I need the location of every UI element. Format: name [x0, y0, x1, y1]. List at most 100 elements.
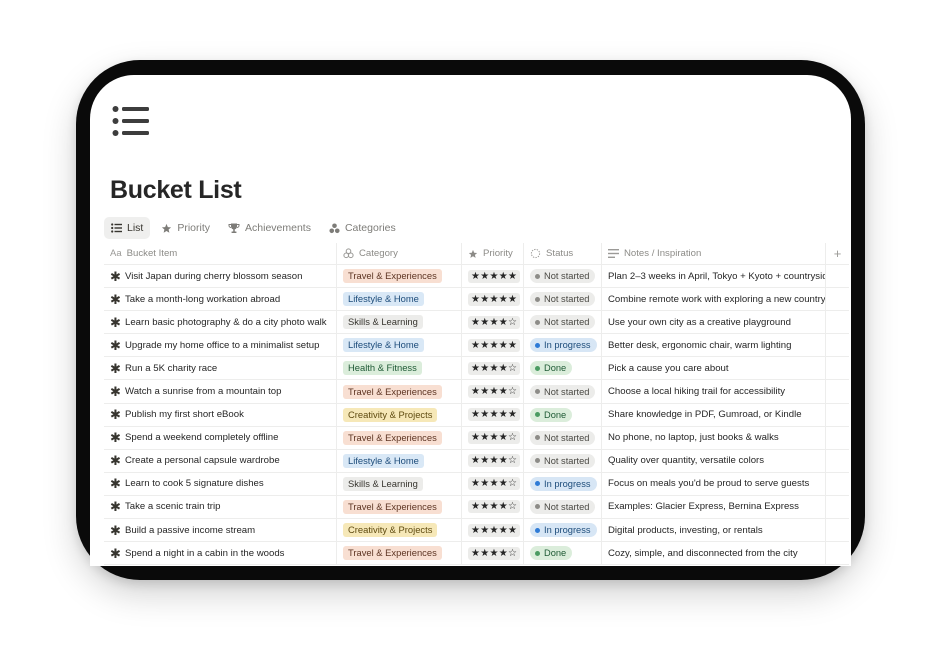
table-row[interactable]: ✱ Spend a night in a cabin in the woods Tr… [104, 542, 849, 566]
notes-cell[interactable]: Quality over quantity, versatile colors [602, 449, 826, 472]
column-header-priority[interactable]: Priority [462, 243, 524, 264]
priority-cell[interactable]: ★★★★★ [462, 265, 524, 288]
table-row[interactable]: ✱ Create a personal capsule wardrobe Lifes… [104, 449, 849, 473]
status-label: In progress [544, 525, 591, 536]
priority-cell[interactable]: ★★★★★ [462, 403, 524, 426]
table-row[interactable]: ✱ Watch a sunrise from a mountain top Trav… [104, 380, 849, 404]
notes-cell[interactable]: Use your own city as a creative playgrou… [602, 311, 826, 334]
priority-stars: ★★★★☆ [468, 546, 521, 560]
table-row[interactable]: ✱ Learn basic photography & do a city pho… [104, 311, 849, 335]
status-cell[interactable]: Not started [524, 426, 602, 449]
column-header-notes[interactable]: Notes / Inspiration [602, 243, 826, 264]
category-cell[interactable]: Travel & Experiences [337, 426, 462, 449]
status-cell[interactable]: Not started [524, 380, 602, 403]
category-tag: Lifestyle & Home [343, 292, 424, 307]
priority-cell[interactable]: ★★★★☆ [462, 542, 524, 565]
status-cell[interactable]: In progress [524, 472, 602, 495]
tab-categories[interactable]: Categories [322, 217, 403, 239]
notes-cell[interactable]: Digital products, investing, or rentals [602, 519, 826, 542]
text-lines-icon [608, 249, 619, 258]
priority-cell[interactable]: ★★★★☆ [462, 380, 524, 403]
notes-cell[interactable]: Cozy, simple, and disconnected from the … [602, 542, 826, 565]
status-cell[interactable]: Not started [524, 495, 602, 519]
notes-cell[interactable]: Pick a cause you care about [602, 357, 826, 380]
notes-cell[interactable]: Combine remote work with exploring a new… [602, 288, 826, 311]
item-cell[interactable]: ✱ Spend a night in a cabin in the woods [104, 542, 337, 565]
table-row[interactable]: ✱ Run a 5K charity race Health & Fitness ★★… [104, 357, 849, 381]
item-cell[interactable]: ✱ Upgrade my home office to a minimalist … [104, 334, 337, 357]
notes-cell[interactable]: Better desk, ergonomic chair, warm light… [602, 334, 826, 357]
status-cell[interactable]: In progress [524, 519, 602, 542]
table-row[interactable]: ✱ Publish my first short eBook Creativity … [104, 403, 849, 427]
category-cell[interactable]: Health & Fitness [337, 357, 462, 380]
category-cell[interactable]: Skills & Learning [337, 472, 462, 495]
list-icon[interactable] [112, 105, 150, 137]
priority-cell[interactable]: ★★★★☆ [462, 357, 524, 380]
status-cell[interactable]: Done [524, 357, 602, 380]
table-row[interactable]: ✱ Visit Japan during cherry blossom seaso… [104, 265, 849, 289]
table-row[interactable]: ✱ Take a scenic train trip Travel & Experi… [104, 495, 849, 520]
table-row[interactable]: ✱ Build a passive income stream Creativity… [104, 519, 849, 543]
status-label: Done [544, 363, 567, 374]
row-spacer [826, 265, 849, 287]
notes-cell[interactable]: Examples: Glacier Express, Bernina Expre… [602, 495, 826, 519]
priority-cell[interactable]: ★★★★☆ [462, 472, 524, 495]
column-header-item[interactable]: Aa Bucket Item [104, 243, 337, 264]
item-cell[interactable]: ✱ Take a month-long workation abroad [104, 288, 337, 311]
column-header-status[interactable]: Status [524, 243, 602, 264]
category-cell[interactable]: Lifestyle & Home [337, 288, 462, 311]
category-cell[interactable]: Travel & Experiences [337, 495, 462, 519]
category-cell[interactable]: Creativity & Projects [337, 403, 462, 426]
item-cell[interactable]: ✱ Publish my first short eBook [104, 403, 337, 426]
status-cell[interactable]: Done [524, 403, 602, 426]
item-cell[interactable]: ✱ Spend a weekend completely offline [104, 426, 337, 449]
category-cell[interactable]: Travel & Experiences [337, 380, 462, 403]
status-cell[interactable]: Done [524, 542, 602, 565]
priority-stars: ★★★★☆ [468, 454, 521, 468]
category-cell[interactable]: Travel & Experiences [337, 265, 462, 288]
category-tag: Travel & Experiences [343, 546, 442, 561]
status-cell[interactable]: Not started [524, 265, 602, 288]
priority-cell[interactable]: ★★★★☆ [462, 449, 524, 472]
tab-achievements[interactable]: Achievements [221, 217, 318, 239]
add-property-button[interactable]: + [826, 243, 849, 264]
item-cell[interactable]: ✱ Visit Japan during cherry blossom seaso… [104, 265, 337, 288]
notes-cell[interactable]: Plan 2–3 weeks in April, Tokyo + Kyoto +… [602, 265, 826, 288]
priority-cell[interactable]: ★★★★☆ [462, 426, 524, 449]
tab-list[interactable]: List [104, 217, 151, 239]
status-cell[interactable]: Not started [524, 311, 602, 334]
table-row[interactable]: ✱ Take a month-long workation abroad Lifes… [104, 288, 849, 312]
category-cell[interactable]: Skills & Learning [337, 311, 462, 334]
priority-cell[interactable]: ★★★★★ [462, 288, 524, 311]
category-cell[interactable]: Lifestyle & Home [337, 449, 462, 472]
item-cell[interactable]: ✱ Run a 5K charity race [104, 357, 337, 380]
screen: Bucket List List Priority Achievements C… [90, 75, 851, 566]
priority-cell[interactable]: ★★★★☆ [462, 311, 524, 334]
notes-cell[interactable]: Share knowledge in PDF, Gumroad, or Kind… [602, 403, 826, 426]
priority-cell[interactable]: ★★★★★ [462, 334, 524, 357]
status-cell[interactable]: In progress [524, 334, 602, 357]
item-cell[interactable]: ✱ Create a personal capsule wardrobe [104, 449, 337, 472]
notes-cell[interactable]: Choose a local hiking trail for accessib… [602, 380, 826, 403]
item-cell[interactable]: ✱ Watch a sunrise from a mountain top [104, 380, 337, 403]
item-cell[interactable]: ✱ Learn basic photography & do a city pho… [104, 311, 337, 334]
table-row[interactable]: ✱ Upgrade my home office to a minimalist … [104, 334, 849, 358]
table-row[interactable]: ✱ Learn to cook 5 signature dishes Skills … [104, 472, 849, 496]
category-cell[interactable]: Travel & Experiences [337, 542, 462, 565]
priority-cell[interactable]: ★★★★★ [462, 519, 524, 542]
status-label: Not started [544, 501, 590, 512]
item-cell[interactable]: ✱ Learn to cook 5 signature dishes [104, 472, 337, 495]
table-row[interactable]: ✱ Spend a weekend completely offline Trave… [104, 426, 849, 450]
status-cell[interactable]: Not started [524, 288, 602, 311]
category-cell[interactable]: Creativity & Projects [337, 519, 462, 542]
category-cell[interactable]: Lifestyle & Home [337, 334, 462, 357]
notes-cell[interactable]: Focus on meals you'd be proud to serve g… [602, 472, 826, 495]
status-cell[interactable]: Not started [524, 449, 602, 472]
notes-cell[interactable]: No phone, no laptop, just books & walks [602, 426, 826, 449]
priority-cell[interactable]: ★★★★☆ [462, 495, 524, 519]
row-spacer [826, 288, 849, 310]
item-cell[interactable]: ✱ Build a passive income stream [104, 519, 337, 542]
item-cell[interactable]: ✱ Take a scenic train trip [104, 495, 337, 519]
column-header-category[interactable]: Category [337, 243, 462, 264]
tab-priority[interactable]: Priority [154, 217, 217, 239]
